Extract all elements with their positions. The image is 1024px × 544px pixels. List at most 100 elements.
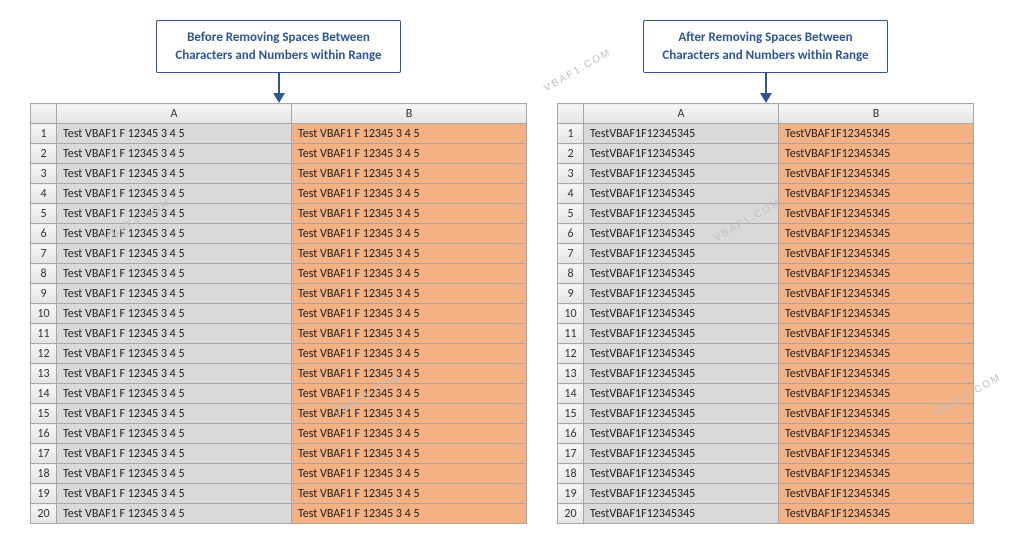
cell[interactable]: TestVBAF1F12345345	[779, 344, 974, 364]
row-header[interactable]: 19	[558, 484, 584, 504]
column-header-B[interactable]: B	[292, 104, 527, 124]
cell[interactable]: Test VBAF1 F 12345 3 4 5	[292, 304, 527, 324]
row-header[interactable]: 12	[31, 344, 57, 364]
row-header[interactable]: 8	[31, 264, 57, 284]
row-header[interactable]: 9	[31, 284, 57, 304]
row-header[interactable]: 15	[558, 404, 584, 424]
cell[interactable]: Test VBAF1 F 12345 3 4 5	[292, 244, 527, 264]
cell[interactable]: TestVBAF1F12345345	[779, 244, 974, 264]
cell[interactable]: TestVBAF1F12345345	[584, 424, 779, 444]
row-header[interactable]: 7	[558, 244, 584, 264]
cell[interactable]: TestVBAF1F12345345	[779, 404, 974, 424]
cell[interactable]: TestVBAF1F12345345	[584, 384, 779, 404]
cell[interactable]: TestVBAF1F12345345	[779, 224, 974, 244]
cell[interactable]: TestVBAF1F12345345	[584, 184, 779, 204]
row-header[interactable]: 4	[558, 184, 584, 204]
cell[interactable]: Test VBAF1 F 12345 3 4 5	[292, 444, 527, 464]
cell[interactable]: Test VBAF1 F 12345 3 4 5	[292, 204, 527, 224]
cell[interactable]: TestVBAF1F12345345	[584, 344, 779, 364]
cell[interactable]: Test VBAF1 F 12345 3 4 5	[292, 264, 527, 284]
cell[interactable]: Test VBAF1 F 12345 3 4 5	[57, 244, 292, 264]
cell[interactable]: Test VBAF1 F 12345 3 4 5	[292, 324, 527, 344]
row-header[interactable]: 6	[558, 224, 584, 244]
row-header[interactable]: 5	[558, 204, 584, 224]
cell[interactable]: TestVBAF1F12345345	[584, 224, 779, 244]
cell[interactable]: TestVBAF1F12345345	[779, 464, 974, 484]
cell[interactable]: Test VBAF1 F 12345 3 4 5	[292, 404, 527, 424]
cell[interactable]: Test VBAF1 F 12345 3 4 5	[57, 324, 292, 344]
row-header[interactable]: 7	[31, 244, 57, 264]
row-header[interactable]: 11	[558, 324, 584, 344]
cell[interactable]: TestVBAF1F12345345	[584, 284, 779, 304]
cell[interactable]: Test VBAF1 F 12345 3 4 5	[57, 484, 292, 504]
cell[interactable]: TestVBAF1F12345345	[779, 304, 974, 324]
row-header[interactable]: 10	[31, 304, 57, 324]
row-header[interactable]: 13	[558, 364, 584, 384]
cell[interactable]: Test VBAF1 F 12345 3 4 5	[292, 424, 527, 444]
column-header-A[interactable]: A	[57, 104, 292, 124]
select-all-corner[interactable]	[558, 104, 584, 124]
cell[interactable]: TestVBAF1F12345345	[584, 304, 779, 324]
cell[interactable]: TestVBAF1F12345345	[779, 144, 974, 164]
cell[interactable]: TestVBAF1F12345345	[584, 264, 779, 284]
cell[interactable]: Test VBAF1 F 12345 3 4 5	[57, 164, 292, 184]
cell[interactable]: TestVBAF1F12345345	[779, 284, 974, 304]
column-header-A[interactable]: A	[584, 104, 779, 124]
cell[interactable]: Test VBAF1 F 12345 3 4 5	[57, 184, 292, 204]
row-header[interactable]: 15	[31, 404, 57, 424]
select-all-corner[interactable]	[31, 104, 57, 124]
row-header[interactable]: 2	[558, 144, 584, 164]
cell[interactable]: Test VBAF1 F 12345 3 4 5	[57, 224, 292, 244]
cell[interactable]: Test VBAF1 F 12345 3 4 5	[57, 444, 292, 464]
row-header[interactable]: 17	[31, 444, 57, 464]
cell[interactable]: Test VBAF1 F 12345 3 4 5	[57, 364, 292, 384]
cell[interactable]: Test VBAF1 F 12345 3 4 5	[57, 404, 292, 424]
row-header[interactable]: 17	[558, 444, 584, 464]
cell[interactable]: TestVBAF1F12345345	[584, 444, 779, 464]
cell[interactable]: TestVBAF1F12345345	[584, 484, 779, 504]
cell[interactable]: Test VBAF1 F 12345 3 4 5	[292, 164, 527, 184]
cell[interactable]: Test VBAF1 F 12345 3 4 5	[292, 484, 527, 504]
cell[interactable]: Test VBAF1 F 12345 3 4 5	[57, 304, 292, 324]
row-header[interactable]: 19	[31, 484, 57, 504]
cell[interactable]: Test VBAF1 F 12345 3 4 5	[292, 344, 527, 364]
row-header[interactable]: 1	[31, 124, 57, 144]
cell[interactable]: Test VBAF1 F 12345 3 4 5	[292, 224, 527, 244]
row-header[interactable]: 13	[31, 364, 57, 384]
row-header[interactable]: 3	[31, 164, 57, 184]
cell[interactable]: Test VBAF1 F 12345 3 4 5	[57, 344, 292, 364]
cell[interactable]: TestVBAF1F12345345	[779, 444, 974, 464]
cell[interactable]: Test VBAF1 F 12345 3 4 5	[57, 204, 292, 224]
cell[interactable]: Test VBAF1 F 12345 3 4 5	[57, 264, 292, 284]
cell[interactable]: TestVBAF1F12345345	[779, 124, 974, 144]
cell[interactable]: TestVBAF1F12345345	[779, 184, 974, 204]
cell[interactable]: TestVBAF1F12345345	[584, 404, 779, 424]
row-header[interactable]: 14	[558, 384, 584, 404]
cell[interactable]: Test VBAF1 F 12345 3 4 5	[292, 364, 527, 384]
cell[interactable]: Test VBAF1 F 12345 3 4 5	[57, 124, 292, 144]
cell[interactable]: Test VBAF1 F 12345 3 4 5	[57, 144, 292, 164]
row-header[interactable]: 4	[31, 184, 57, 204]
cell[interactable]: TestVBAF1F12345345	[779, 364, 974, 384]
row-header[interactable]: 12	[558, 344, 584, 364]
cell[interactable]: Test VBAF1 F 12345 3 4 5	[292, 384, 527, 404]
cell[interactable]: Test VBAF1 F 12345 3 4 5	[57, 284, 292, 304]
row-header[interactable]: 18	[558, 464, 584, 484]
cell[interactable]: TestVBAF1F12345345	[779, 264, 974, 284]
row-header[interactable]: 9	[558, 284, 584, 304]
cell[interactable]: TestVBAF1F12345345	[779, 204, 974, 224]
column-header-B[interactable]: B	[779, 104, 974, 124]
cell[interactable]: Test VBAF1 F 12345 3 4 5	[292, 184, 527, 204]
cell[interactable]: Test VBAF1 F 12345 3 4 5	[292, 464, 527, 484]
cell[interactable]: TestVBAF1F12345345	[584, 204, 779, 224]
row-header[interactable]: 14	[31, 384, 57, 404]
row-header[interactable]: 2	[31, 144, 57, 164]
cell[interactable]: TestVBAF1F12345345	[779, 164, 974, 184]
row-header[interactable]: 3	[558, 164, 584, 184]
row-header[interactable]: 18	[31, 464, 57, 484]
row-header[interactable]: 16	[558, 424, 584, 444]
row-header[interactable]: 5	[31, 204, 57, 224]
row-header[interactable]: 10	[558, 304, 584, 324]
cell[interactable]: Test VBAF1 F 12345 3 4 5	[292, 144, 527, 164]
row-header[interactable]: 1	[558, 124, 584, 144]
